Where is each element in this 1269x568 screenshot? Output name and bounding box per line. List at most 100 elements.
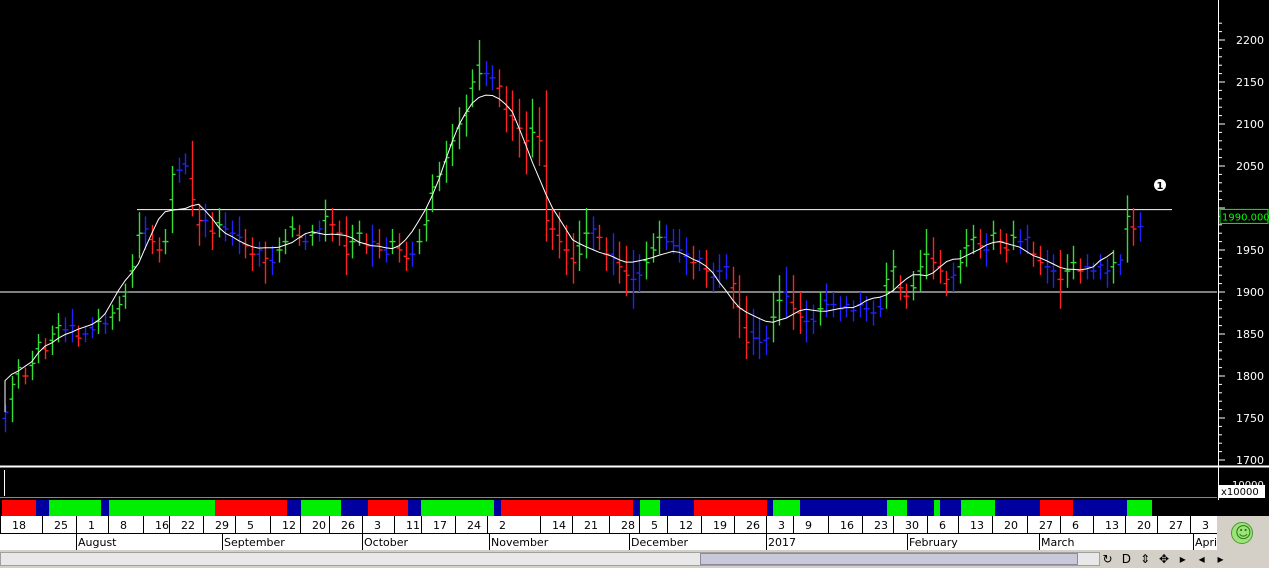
price-bar [1130,208,1137,246]
trend-strip-segment [109,500,215,516]
price-bar [389,229,396,255]
day-tick-label: 14 [552,519,566,532]
price-bar [1057,250,1064,309]
price-bar [136,212,143,259]
price-bar [1077,258,1084,284]
day-tick-label: 20 [1004,519,1018,532]
day-tick-label: 26 [746,519,760,532]
smiley-icon[interactable] [1231,522,1253,544]
price-bar [282,229,289,255]
scroll-thumb[interactable] [700,553,1078,565]
day-tick-label: 21 [584,519,598,532]
price-bar [169,166,176,234]
trend-strip-segment [995,500,1040,516]
price-bar [483,61,490,87]
day-tick-label: 8 [120,519,127,532]
price-bar [1070,245,1077,280]
day-tick-label: 29 [215,519,229,532]
price-bar [289,216,296,238]
trend-strip-segment [940,500,961,516]
y-tick-label: 1750 [1236,412,1264,425]
price-bar [276,237,283,263]
day-tick-label: 20 [312,519,326,532]
day-tick-label: 16 [155,519,169,532]
scroll-left-icon[interactable]: ◂ [1194,550,1209,568]
price-bar [449,124,456,166]
price-bar [89,317,96,339]
price-bar [850,300,857,322]
price-bar [316,220,323,242]
day-tick-label: 2 [499,519,506,532]
trend-strip-segment [341,500,368,516]
price-bar [296,224,303,246]
price-bar [616,241,623,284]
trend-strip-segment [2,500,36,516]
price-bar [583,208,590,259]
price-bar [1104,258,1111,288]
price-bar [336,220,343,246]
y-tick-label: 1700 [1236,454,1264,467]
trend-strip-segment [101,500,109,516]
trend-strip-segment [961,500,995,516]
price-bar [503,86,510,133]
trend-strip-segment [36,500,49,516]
price-bar [950,262,957,292]
period-button[interactable]: D [1119,550,1134,568]
month-tick-label: October [364,536,408,549]
price-bar [209,212,216,250]
day-tick-label: 16 [840,519,854,532]
price-bar [630,250,637,309]
price-bar [723,254,730,280]
price-bar [643,241,650,280]
month-tick-label: August [78,536,117,549]
price-bar [963,229,970,267]
trend-strip-segment [49,500,101,516]
price-chart[interactable]: 1 2200 2150 2100 2050 1950 1900 1850 1800 1750 170… [0,0,1269,516]
price-bar [1050,254,1057,288]
scroll-right-icon[interactable]: ▸ [1213,550,1228,568]
pan-icon[interactable]: ✥ [1156,550,1171,568]
price-bar [349,224,356,259]
price-bar [216,208,223,238]
trend-strip-segment [1127,500,1152,516]
month-tick-label: December [631,536,689,549]
price-bar [396,233,403,263]
price-bar [269,245,276,276]
price-bar [222,212,229,242]
price-bar [743,296,750,360]
price-bar [736,275,743,339]
price-bar [82,325,89,343]
y-tick-label: 1800 [1236,370,1264,383]
trend-strip-segment [694,500,767,516]
alert-marker[interactable]: 1 [1154,179,1166,192]
day-tick-label: 3 [778,519,785,532]
refresh-icon[interactable]: ↻ [1100,550,1115,568]
price-bar [756,317,763,360]
trend-strip-segment [767,500,773,516]
day-tick-label: 5 [247,519,254,532]
price-bar [1137,212,1144,242]
price-bar [343,216,350,276]
trend-strip-segment [640,500,660,516]
price-bar [142,216,149,250]
trend-strip-segment [907,500,934,516]
price-bar [102,313,109,334]
status-panel[interactable] [1217,516,1269,550]
chart-window: 1 2200 2150 2100 2050 1950 1900 1850 1800 1750 170… [0,0,1269,568]
play-icon[interactable]: ▸ [1175,550,1190,568]
day-tick-label: 27 [1169,519,1183,532]
price-bar [236,216,243,255]
day-tick-label: 20 [1137,519,1151,532]
horizontal-scrollbar[interactable]: ↻ D ⇕ ✥ ▸ ◂ ▸ [0,550,1269,568]
price-bar [409,241,416,267]
trend-strip-segment [501,500,633,516]
day-tick-label: 13 [970,519,984,532]
day-tick-label: 12 [282,519,296,532]
day-tick-label: 5 [651,519,658,532]
day-tick-label: 17 [433,519,447,532]
price-bar [903,283,910,309]
price-bar [817,292,824,326]
price-bar [383,237,390,263]
vertical-zoom-icon[interactable]: ⇕ [1138,550,1153,568]
day-tick-label: 6 [939,519,946,532]
